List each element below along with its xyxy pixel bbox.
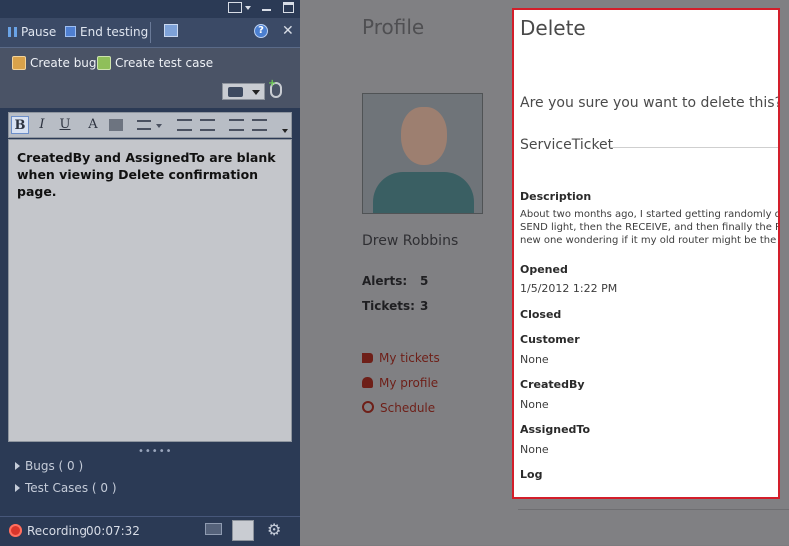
dropdown-arrow-icon [252,90,260,95]
status-bar: Recording 00:07:32 ⚙ [0,516,300,546]
assignedto-label: AssignedTo [520,423,591,436]
notes-text: CreatedBy and AssignedTo are blank when … [17,150,276,199]
page-title: Profile [362,15,425,39]
description-line-3: new one wondering if it my old router mi… [520,235,780,246]
createdby-label: CreatedBy [520,378,585,391]
create-test-case-button[interactable]: Create test case [97,56,213,70]
bug-actions-bar: Create bug Create test case [0,48,300,78]
camera-icon [228,87,243,97]
test-cases-tree-item[interactable]: Test Cases ( 0 ) [15,481,117,495]
test-case-icon [97,56,111,70]
my-profile-link[interactable]: My profile [362,376,438,390]
profile-photo [362,93,483,214]
dock-layout-icon[interactable] [228,2,242,13]
pause-icon [8,27,17,37]
create-bug-button[interactable]: Create bug [12,56,97,70]
toolbar-overflow-icon[interactable] [282,129,288,133]
schedule-link[interactable]: Schedule [362,401,435,415]
entity-legend: ServiceTicket [520,137,614,153]
stop-icon [65,26,76,37]
italic-button[interactable]: I [33,116,51,134]
align-icon[interactable] [137,120,151,130]
recording-label: Recording [27,524,88,538]
capture-row: + [0,78,300,108]
outdent-icon[interactable] [229,119,244,131]
tag-icon [362,353,373,363]
my-tickets-link[interactable]: My tickets [362,351,440,365]
page-footer-divider [518,509,789,510]
underline-button[interactable]: U [56,116,74,134]
legend-rule [611,147,778,148]
indent-icon[interactable] [252,119,267,131]
bug-icon [12,56,26,70]
alerts-label: Alerts: [362,274,408,288]
customer-label: Customer [520,333,580,346]
photo-head [401,107,447,165]
tickets-label: Tickets: [362,299,415,313]
description-line-1: About two months ago, I started getting … [520,209,780,220]
confirm-question: Are you sure you want to delete this? [520,95,780,111]
createdby-value: None [520,398,549,411]
bug-notes-editor[interactable]: CreatedBy and AssignedTo are blank when … [8,139,292,442]
testing-panel: Pause End testing ? ✕ Create bug Create … [0,0,300,546]
customer-value: None [520,353,549,366]
switch-window-icon[interactable] [164,24,178,37]
pause-button[interactable]: Pause [8,25,56,39]
highlight-icon[interactable] [109,119,123,131]
screenshot-button[interactable] [222,83,265,100]
resize-grip[interactable]: ••••• [138,446,173,457]
toolbar-separator [150,22,151,43]
align-dropdown-icon[interactable] [156,124,162,128]
monitor-icon[interactable] [205,523,222,535]
recording-icon [9,524,22,537]
clock-icon [362,401,374,413]
bold-button[interactable]: B [11,116,29,134]
description-label: Description [520,190,592,203]
dialog-title: Delete [520,16,586,40]
layout-dropdown-icon[interactable] [245,6,251,10]
maximize-icon[interactable] [283,2,294,13]
numbered-list-icon[interactable] [200,119,215,131]
elapsed-time: 00:07:32 [86,524,140,538]
help-icon[interactable]: ? [254,24,268,38]
person-icon [362,377,373,388]
close-icon[interactable]: ✕ [282,23,294,39]
assignedto-value: None [520,443,549,456]
minimize-icon[interactable] [262,9,271,11]
expand-icon [15,484,20,492]
expand-icon [15,462,20,470]
alerts-value: 5 [420,274,429,288]
formatting-toolbar: B I U A [8,112,292,138]
end-testing-button[interactable]: End testing [65,25,148,39]
connection-icon[interactable] [232,520,254,541]
description-line-2: SEND light, then the RECEIVE, and then f… [520,222,780,233]
opened-label: Opened [520,263,568,276]
command-bar: Pause End testing ? ✕ [0,18,300,48]
photo-shirt [373,172,474,213]
panel-title-strip [0,0,300,18]
delete-confirmation-panel: Delete Are you sure you want to delete t… [512,8,780,499]
opened-value: 1/5/2012 1:22 PM [520,282,618,295]
log-label: Log [520,468,543,481]
add-icon: + [268,78,277,89]
font-color-button[interactable]: A [84,116,102,134]
bugs-tree-item[interactable]: Bugs ( 0 ) [15,459,83,473]
bullet-list-icon[interactable] [177,119,192,131]
settings-gear-icon[interactable]: ⚙ [267,522,281,538]
closed-label: Closed [520,308,562,321]
tickets-value: 3 [420,299,429,313]
user-name: Drew Robbins [362,233,459,249]
